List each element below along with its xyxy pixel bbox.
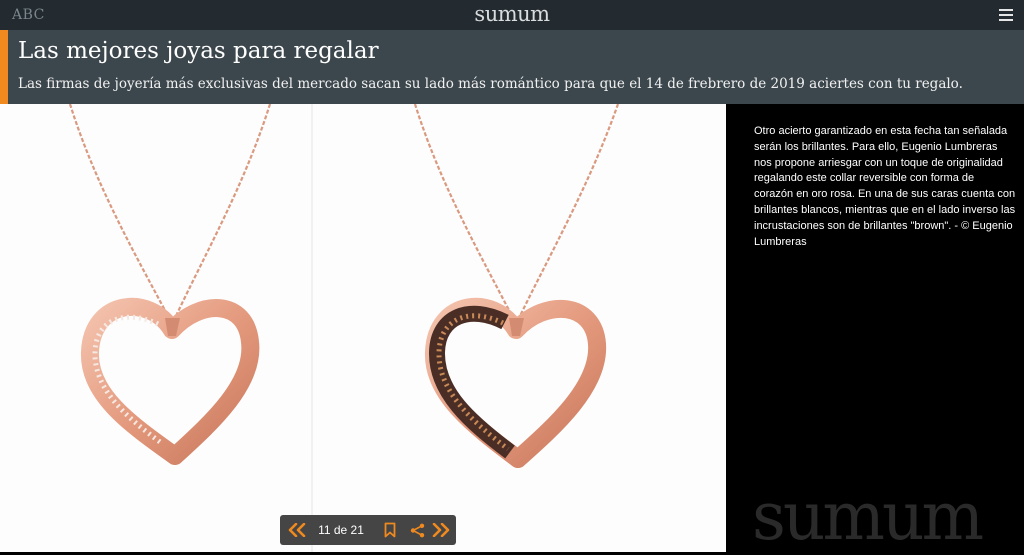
gallery-photo[interactable]: [0, 104, 726, 552]
sumum-watermark: sumum: [752, 478, 984, 555]
page-title: Las mejores joyas para regalar: [18, 38, 379, 64]
share-icon[interactable]: [406, 515, 428, 545]
page-subtitle: Las firmas de joyería más exclusivas del…: [18, 76, 963, 92]
accent-bar: [0, 30, 8, 104]
hamburger-menu-icon[interactable]: [999, 9, 1013, 21]
top-bar: ABC sumum: [0, 0, 1024, 30]
gallery-pager: 11 de 21: [280, 515, 456, 545]
pager-count: 11 de 21: [318, 523, 364, 537]
sumum-logo[interactable]: sumum: [0, 2, 1024, 26]
double-chevron-left-icon[interactable]: [284, 515, 310, 545]
double-chevron-right-icon[interactable]: [428, 515, 454, 545]
headline-band: Las mejores joyas para regalar Las firma…: [0, 30, 1024, 104]
bookmark-icon[interactable]: [378, 515, 402, 545]
photo-caption: Otro acierto garantizado en esta fecha t…: [754, 125, 1016, 248]
necklaces-image: [0, 104, 726, 552]
